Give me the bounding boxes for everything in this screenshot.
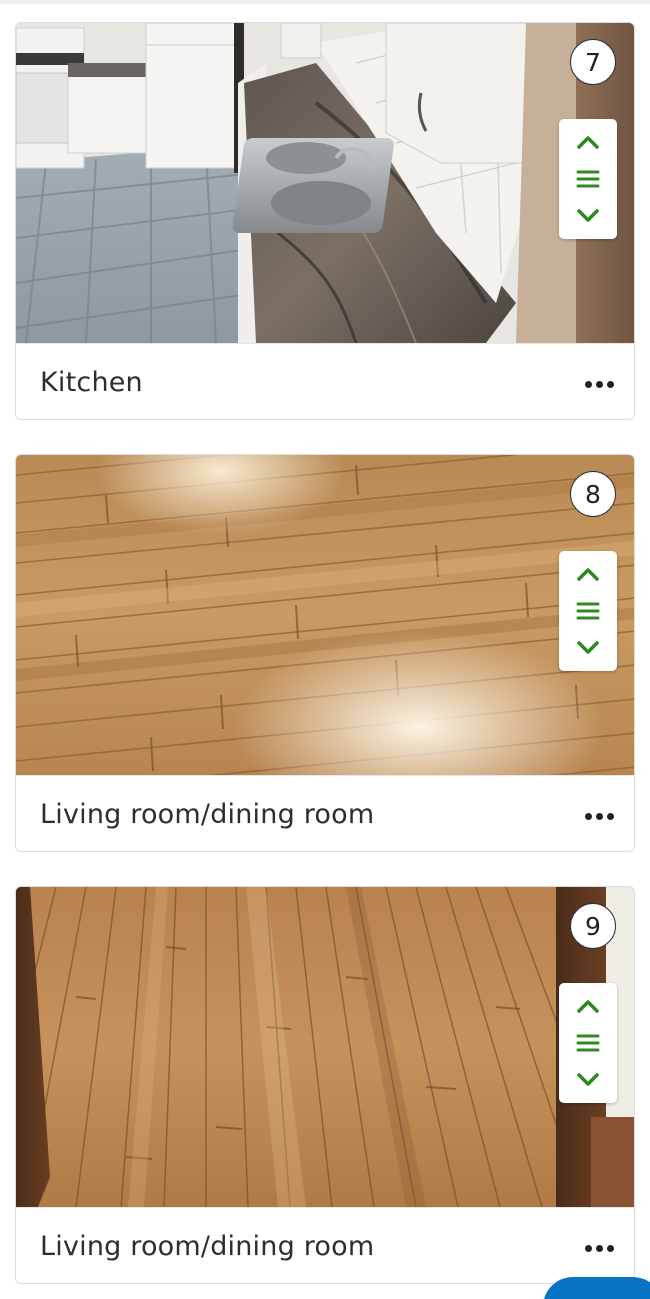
- photo-caption-bar: Kitchen: [16, 343, 634, 419]
- reorder-control: [559, 983, 617, 1103]
- more-options-button[interactable]: [578, 371, 620, 397]
- move-down-button[interactable]: [559, 631, 617, 665]
- top-divider: [0, 0, 650, 4]
- move-up-button[interactable]: [559, 125, 617, 159]
- photo-order-badge: 9: [570, 903, 616, 949]
- chevron-down-icon: [577, 641, 599, 654]
- photo-card: 7 Kitchen: [15, 22, 635, 420]
- more-options-icon: [584, 812, 592, 820]
- photo-caption-bar: Living room/dining room: [16, 775, 634, 851]
- drag-handle[interactable]: [559, 1026, 617, 1060]
- photo-caption[interactable]: Kitchen: [40, 367, 143, 398]
- drag-handle[interactable]: [559, 594, 617, 628]
- more-options-dot: [595, 380, 603, 388]
- living-room-photo[interactable]: 9: [16, 887, 634, 1207]
- photo-order-badge: 7: [570, 39, 616, 85]
- more-options-button[interactable]: [578, 1235, 620, 1261]
- photo-caption[interactable]: Living room/dining room: [40, 1231, 374, 1262]
- photo-card: 8 Living room/dining room: [15, 454, 635, 852]
- more-options-icon: [584, 380, 592, 388]
- more-options-dot: [606, 380, 614, 388]
- drag-handle-icon: [576, 1034, 600, 1052]
- more-options-dot: [595, 1244, 603, 1252]
- drag-handle-icon: [576, 602, 600, 620]
- chevron-up-icon: [577, 1000, 599, 1013]
- more-options-icon: [584, 1244, 592, 1252]
- more-options-dot: [606, 812, 614, 820]
- more-options-dot: [595, 812, 603, 820]
- chevron-down-icon: [577, 209, 599, 222]
- move-down-button[interactable]: [559, 199, 617, 233]
- more-options-dot: [606, 1244, 614, 1252]
- move-up-button[interactable]: [559, 989, 617, 1023]
- more-options-button[interactable]: [578, 803, 620, 829]
- reorder-control: [559, 119, 617, 239]
- chevron-up-icon: [577, 136, 599, 149]
- drag-handle[interactable]: [559, 162, 617, 196]
- photo-order-badge: 8: [570, 471, 616, 517]
- move-up-button[interactable]: [559, 557, 617, 591]
- floating-action-button[interactable]: [543, 1277, 650, 1299]
- photo-reorder-page: 7 Kitchen 8 Living room/dining room 9 Li…: [0, 0, 650, 1299]
- drag-handle-icon: [576, 170, 600, 188]
- photo-caption-bar: Living room/dining room: [16, 1207, 634, 1283]
- photo-card: 9 Living room/dining room: [15, 886, 635, 1284]
- photo-caption[interactable]: Living room/dining room: [40, 799, 374, 830]
- chevron-down-icon: [577, 1073, 599, 1086]
- reorder-control: [559, 551, 617, 671]
- chevron-up-icon: [577, 568, 599, 581]
- kitchen-photo[interactable]: 7: [16, 23, 634, 343]
- move-down-button[interactable]: [559, 1063, 617, 1097]
- living-room-photo[interactable]: 8: [16, 455, 634, 775]
